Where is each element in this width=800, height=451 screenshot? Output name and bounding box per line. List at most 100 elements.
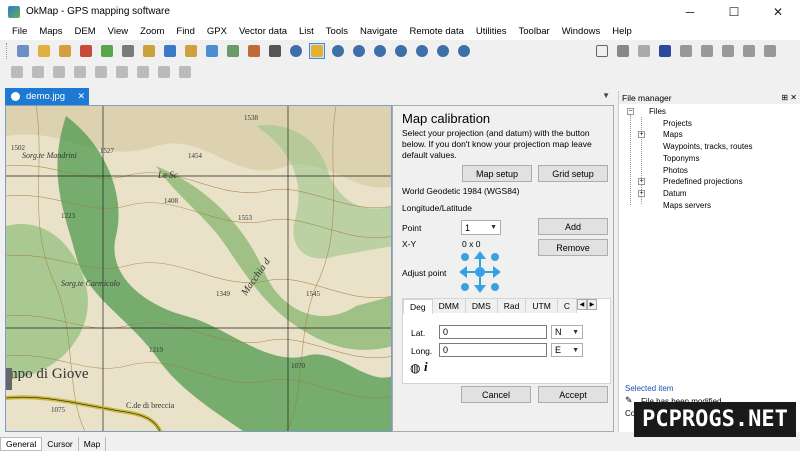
tree-item-predefined-projections[interactable]: Predefined projections <box>663 177 743 186</box>
longitude-hemisphere-select[interactable]: E ▼ <box>551 343 583 357</box>
info-icon[interactable]: i <box>424 359 428 375</box>
tree-item-photos[interactable]: Photos <box>663 166 688 175</box>
accept-button[interactable]: Accept <box>538 386 608 403</box>
open-map-icon[interactable] <box>15 43 31 59</box>
pointer-info-icon[interactable] <box>615 43 631 59</box>
remove-point-button[interactable]: Remove <box>538 239 608 256</box>
toolbar-grip[interactable] <box>6 43 9 59</box>
menu-list[interactable]: List <box>293 26 320 37</box>
map-view[interactable]: 1502 1538 1454 1527 Sorg.te Mandrini 122… <box>5 105 392 432</box>
menu-toolbar[interactable]: Toolbar <box>513 26 556 37</box>
tool-a-icon[interactable] <box>9 64 25 80</box>
map-export-icon[interactable] <box>141 43 157 59</box>
tab-scroll-left-icon[interactable]: ◀ <box>576 299 587 310</box>
tool-f-icon[interactable] <box>114 64 130 80</box>
tree-item-maps[interactable]: Maps <box>663 130 683 139</box>
tree-expand-icon[interactable]: + <box>638 190 645 197</box>
cursor-select-icon[interactable] <box>594 43 610 59</box>
waypoint-flag-icon[interactable] <box>699 43 715 59</box>
menu-dem[interactable]: DEM <box>69 26 102 37</box>
zoom-actual-icon[interactable] <box>435 43 451 59</box>
tool-e-icon[interactable] <box>93 64 109 80</box>
zoom-window-icon[interactable] <box>372 43 388 59</box>
menu-gpx[interactable]: GPX <box>201 26 233 37</box>
menu-help[interactable]: Help <box>606 26 638 37</box>
zoom-one-to-one-icon[interactable] <box>456 43 472 59</box>
add-point-button[interactable]: Add <box>538 218 608 235</box>
map-scroll-handle[interactable] <box>6 368 12 390</box>
gps-device-icon[interactable]: ◍ <box>410 361 420 375</box>
tree-collapse-icon[interactable]: − <box>627 108 634 115</box>
zoom-fit-icon[interactable] <box>288 43 304 59</box>
tree-item-files[interactable]: Files <box>649 107 666 116</box>
menu-vector-data[interactable]: Vector data <box>233 26 293 37</box>
longitude-input[interactable]: 0 <box>439 343 547 357</box>
tree-item-toponyms[interactable]: Toponyms <box>663 154 699 163</box>
latitude-hemisphere-select[interactable]: N ▼ <box>551 325 583 339</box>
tree-expand-icon[interactable]: + <box>638 131 645 138</box>
menu-tools[interactable]: Tools <box>320 26 354 37</box>
tab-rad[interactable]: Rad <box>497 299 527 313</box>
tree-item-datum[interactable]: Datum <box>663 189 687 198</box>
map-print-icon[interactable] <box>120 43 136 59</box>
grid-setup-button[interactable]: Grid setup <box>538 165 608 182</box>
lock-icon[interactable] <box>308 43 325 59</box>
close-button[interactable]: ✕ <box>756 0 800 23</box>
maximize-button[interactable]: ☐ <box>712 0 756 23</box>
tab-cursor[interactable]: Cursor <box>42 437 79 451</box>
zoom-in-icon[interactable] <box>330 43 346 59</box>
map-setup-button[interactable]: Map setup <box>462 165 532 182</box>
tool-h-icon[interactable] <box>156 64 172 80</box>
map-folder-icon[interactable] <box>36 43 52 59</box>
map-georef-icon[interactable] <box>162 43 178 59</box>
menu-file[interactable]: File <box>6 26 33 37</box>
menu-windows[interactable]: Windows <box>556 26 607 37</box>
route-edit-icon[interactable] <box>741 43 757 59</box>
latitude-input[interactable]: 0 <box>439 325 547 339</box>
panel-pin-close-icons[interactable]: ⊞ ✕ <box>781 93 797 102</box>
menu-find[interactable]: Find <box>170 26 200 37</box>
tab-deg[interactable]: Deg <box>403 299 433 314</box>
menu-navigate[interactable]: Navigate <box>354 26 404 37</box>
tool-i-icon[interactable] <box>177 64 193 80</box>
minimize-button[interactable]: ─ <box>668 0 712 23</box>
map-close-icon[interactable] <box>78 43 94 59</box>
track-edit-icon[interactable] <box>720 43 736 59</box>
tree-expand-icon[interactable]: + <box>638 178 645 185</box>
map-save-icon[interactable] <box>57 43 73 59</box>
measure-icon[interactable] <box>762 43 778 59</box>
tree-item-maps-servers[interactable]: Maps servers <box>663 201 711 210</box>
adjust-point-arrows-icon[interactable] <box>459 251 501 293</box>
point-select[interactable]: 1 ▼ <box>461 220 501 235</box>
tree-item-waypoints[interactable]: Waypoints, tracks, routes <box>663 142 753 151</box>
waypoint-move-icon[interactable] <box>678 43 694 59</box>
tool-c-icon[interactable] <box>51 64 67 80</box>
map-stack-icon[interactable] <box>183 43 199 59</box>
tab-dmm[interactable]: DMM <box>432 299 466 313</box>
tab-demo-jpg[interactable]: demo.jpg ✕ <box>5 88 89 105</box>
tab-general[interactable]: General <box>0 437 43 451</box>
tool-d-icon[interactable] <box>72 64 88 80</box>
cancel-button[interactable]: Cancel <box>461 386 531 403</box>
map-dem-icon[interactable] <box>246 43 262 59</box>
tab-dms[interactable]: DMS <box>465 299 498 313</box>
tab-list-dropdown-icon[interactable]: ▼ <box>602 91 610 100</box>
map-grid-icon[interactable] <box>267 43 283 59</box>
zoom-out-icon[interactable] <box>351 43 367 59</box>
tab-close-button[interactable]: ✕ <box>77 91 85 102</box>
menu-maps[interactable]: Maps <box>33 26 68 37</box>
menu-zoom[interactable]: Zoom <box>134 26 170 37</box>
tool-b-icon[interactable] <box>30 64 46 80</box>
eraser-icon[interactable] <box>636 43 652 59</box>
map-sync-icon[interactable] <box>204 43 220 59</box>
map-tile-icon[interactable] <box>225 43 241 59</box>
tab-scroll-right-icon[interactable]: ▶ <box>586 299 597 310</box>
menu-view[interactable]: View <box>102 26 134 37</box>
tree-item-projects[interactable]: Projects <box>663 119 692 128</box>
tool-g-icon[interactable] <box>135 64 151 80</box>
tab-utm[interactable]: UTM <box>526 299 558 313</box>
crosshair-icon[interactable] <box>657 43 673 59</box>
zoom-next-icon[interactable] <box>414 43 430 59</box>
map-layers-icon[interactable] <box>99 43 115 59</box>
tab-more[interactable]: C <box>557 299 577 313</box>
